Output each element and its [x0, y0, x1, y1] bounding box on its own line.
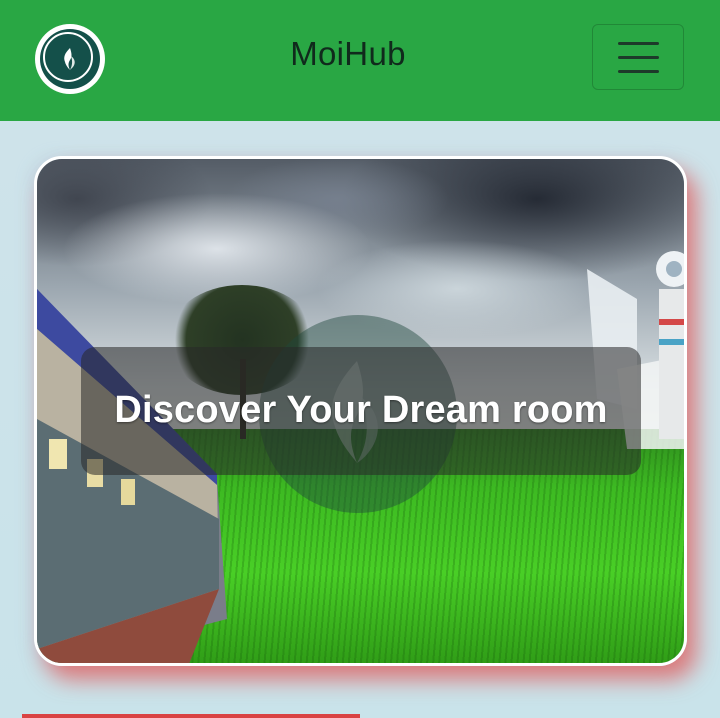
hamburger-menu-icon — [618, 70, 659, 73]
hero-heading: Discover Your Dream room — [114, 389, 608, 431]
next-card-edge-left — [22, 714, 360, 718]
menu-toggle-button[interactable] — [592, 24, 684, 90]
hamburger-menu-icon — [618, 56, 659, 59]
navbar: MoiHub — [0, 0, 720, 121]
next-card-edge-right — [366, 714, 698, 718]
hamburger-menu-icon — [618, 42, 659, 45]
hero-card: Discover Your Dream room — [34, 156, 687, 666]
next-section-edge — [22, 714, 698, 718]
